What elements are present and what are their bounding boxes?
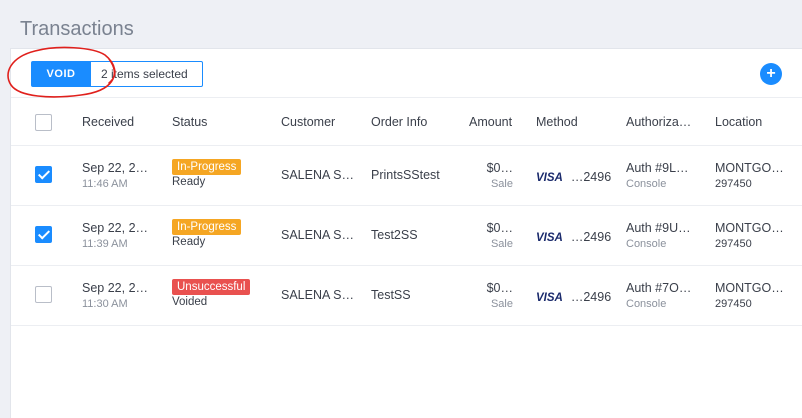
column-header-customer[interactable]: Customer — [281, 115, 335, 129]
authorization-cell: Auth #7O… Console — [626, 281, 691, 310]
location-name: MONTGO… — [715, 281, 784, 295]
page-title: Transactions — [20, 18, 134, 40]
amount-type: Sale — [490, 238, 513, 250]
status-detail: Voided — [172, 296, 208, 308]
status-badge: In-Progress — [172, 159, 242, 175]
table-row[interactable]: Sep 22, 2… 11:30 AM Unsuccessful Voided … — [11, 266, 802, 326]
column-header-received[interactable]: Received — [82, 115, 134, 129]
visa-card-icon: VISA — [536, 292, 563, 304]
status-badge: Unsuccessful — [172, 279, 251, 295]
transactions-panel: VOID 2 items selected + Received Status … — [7, 46, 802, 418]
location-name: MONTGO… — [715, 221, 784, 235]
location-cell: MONTGO… 297450 — [715, 221, 784, 250]
amount-cell: $0… Sale — [483, 281, 513, 310]
column-header-method[interactable]: Method — [536, 115, 578, 129]
location-cell: MONTGO… 297450 — [715, 281, 784, 310]
column-header-status[interactable]: Status — [172, 115, 207, 129]
received-date: Sep 22, 2… — [82, 221, 149, 235]
order-info-cell: PrintsSStest — [371, 168, 440, 182]
auth-code: Auth #9U… — [626, 221, 691, 235]
received-date: Sep 22, 2… — [82, 281, 149, 295]
amount-value: $0… — [486, 221, 513, 235]
column-header-authorization[interactable]: Authoriza… — [626, 115, 691, 129]
customer-cell: SALENA S… — [281, 168, 354, 182]
selection-count: 2 items selected — [91, 61, 203, 87]
auth-source: Console — [626, 298, 667, 310]
table-row[interactable]: Sep 22, 2… 11:46 AM In-Progress Ready SA… — [11, 146, 802, 206]
select-all-checkbox[interactable] — [35, 114, 52, 131]
amount-type: Sale — [490, 178, 513, 190]
method-cell: VISA …2496 — [536, 168, 611, 186]
amount-cell: $0… Sale — [483, 221, 513, 250]
order-info-cell: Test2SS — [371, 228, 418, 242]
status-badge: In-Progress — [172, 219, 242, 235]
amount-value: $0… — [486, 161, 513, 175]
table-row[interactable]: Sep 22, 2… 11:39 AM In-Progress Ready SA… — [11, 206, 802, 266]
received-cell: Sep 22, 2… 11:30 AM — [82, 281, 148, 310]
amount-type: Sale — [490, 298, 513, 310]
received-time: 11:46 AM — [82, 178, 128, 190]
received-cell: Sep 22, 2… 11:39 AM — [82, 221, 148, 250]
auth-code: Auth #9L… — [626, 161, 689, 175]
method-cell: VISA …2496 — [536, 288, 611, 306]
authorization-cell: Auth #9U… Console — [626, 221, 691, 250]
add-transaction-button[interactable]: + — [760, 63, 782, 85]
order-info-cell: TestSS — [371, 288, 411, 302]
location-name: MONTGO… — [715, 161, 784, 175]
card-last-digits: …2496 — [570, 230, 612, 244]
column-header-location[interactable]: Location — [715, 115, 762, 129]
auth-code: Auth #7O… — [626, 281, 692, 295]
status-cell: In-Progress Ready — [172, 217, 242, 248]
toolbar: VOID 2 items selected + — [7, 46, 802, 98]
received-date: Sep 22, 2… — [82, 161, 149, 175]
card-last-digits: …2496 — [570, 290, 612, 304]
amount-cell: $0… Sale — [483, 161, 513, 190]
amount-value: $0… — [486, 281, 513, 295]
bulk-action-group: VOID 2 items selected — [31, 61, 203, 87]
row-checkbox[interactable] — [35, 226, 52, 243]
customer-cell: SALENA S… — [281, 288, 354, 302]
column-header-amount[interactable]: Amount — [469, 115, 512, 129]
location-id: 297450 — [715, 298, 752, 310]
row-checkbox[interactable] — [35, 166, 52, 183]
authorization-cell: Auth #9L… Console — [626, 161, 689, 190]
location-id: 297450 — [715, 238, 752, 250]
card-last-digits: …2496 — [570, 170, 612, 184]
visa-card-icon: VISA — [536, 172, 563, 184]
received-cell: Sep 22, 2… 11:46 AM — [82, 161, 148, 190]
received-time: 11:39 AM — [82, 238, 128, 250]
location-cell: MONTGO… 297450 — [715, 161, 784, 190]
auth-source: Console — [626, 178, 667, 190]
void-button[interactable]: VOID — [31, 61, 91, 87]
status-detail: Ready — [172, 176, 206, 188]
received-time: 11:30 AM — [82, 298, 128, 310]
status-detail: Ready — [172, 236, 206, 248]
table-header: Received Status Customer Order Info Amou… — [11, 98, 802, 146]
status-cell: In-Progress Ready — [172, 157, 242, 188]
status-cell: Unsuccessful Voided — [172, 277, 251, 308]
method-cell: VISA …2496 — [536, 228, 611, 246]
auth-source: Console — [626, 238, 667, 250]
column-header-order-info[interactable]: Order Info — [371, 115, 427, 129]
customer-cell: SALENA S… — [281, 228, 354, 242]
location-id: 297450 — [715, 178, 752, 190]
visa-card-icon: VISA — [536, 232, 563, 244]
row-checkbox[interactable] — [35, 286, 52, 303]
